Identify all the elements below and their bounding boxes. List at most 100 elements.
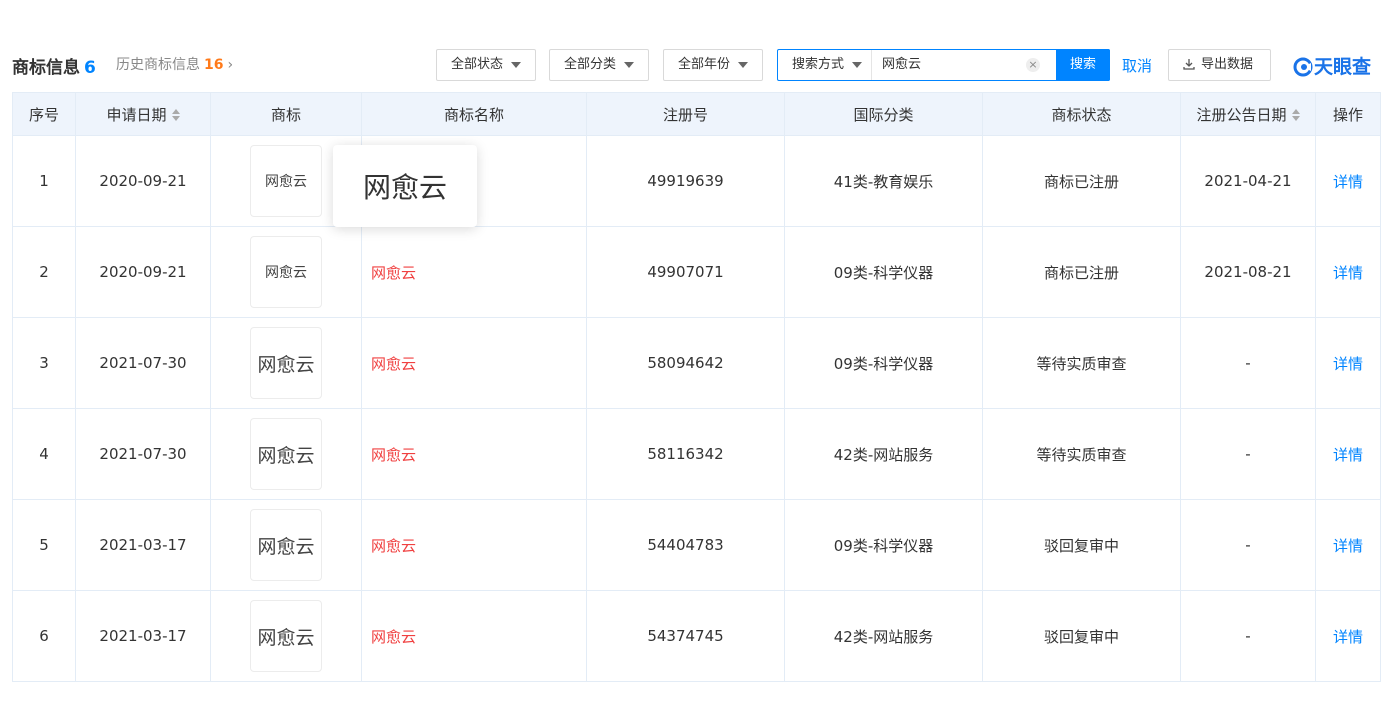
- cell-status: 商标已注册: [982, 135, 1181, 227]
- cell-reg-no: 49907071: [586, 226, 785, 318]
- trademark-image[interactable]: 网愈云: [250, 600, 322, 672]
- cancel-button[interactable]: 取消: [1122, 55, 1152, 76]
- history-trademark-link[interactable]: 历史商标信息 16 ›: [116, 54, 233, 74]
- cell-trademark-name[interactable]: 网愈云: [361, 499, 587, 591]
- export-button[interactable]: 导出数据: [1168, 49, 1271, 81]
- trademark-image[interactable]: 网愈云: [250, 509, 322, 581]
- trademark-image[interactable]: 网愈云: [250, 418, 322, 490]
- cell-trademark-name[interactable]: 网愈云: [361, 317, 587, 409]
- sort-icon[interactable]: [1291, 109, 1300, 121]
- caret-down-icon: [511, 61, 522, 68]
- trademark-image[interactable]: 网愈云: [250, 327, 322, 399]
- table-row: 5 2021-03-17 网愈云 网愈云 54404783 09类-科学仪器 驳…: [12, 499, 1381, 591]
- cell-reg-no: 54374745: [586, 590, 785, 682]
- header-pub-date-label: 注册公告日期: [1196, 105, 1287, 124]
- year-filter-dropdown[interactable]: 全部年份: [663, 49, 763, 81]
- cell-index: 6: [12, 590, 76, 682]
- search-mode-label: 搜索方式: [792, 57, 845, 72]
- cell-apply-date: 2020-09-21: [75, 226, 211, 318]
- cell-trademark-name[interactable]: 网愈云: [361, 590, 587, 682]
- cell-trademark-image: 网愈云: [210, 590, 362, 682]
- search-input[interactable]: 网愈云: [882, 50, 921, 80]
- logo-icon: [1293, 57, 1313, 77]
- detail-link[interactable]: 详情: [1315, 135, 1381, 227]
- status-filter-label: 全部状态: [451, 57, 504, 72]
- cell-pub-date: -: [1180, 317, 1316, 409]
- cell-index: 5: [12, 499, 76, 591]
- trademark-preview-popup: 网愈云: [333, 145, 477, 227]
- header-index: 序号: [12, 92, 76, 136]
- cell-apply-date: 2020-09-21: [75, 135, 211, 227]
- table-row: 4 2021-07-30 网愈云 网愈云 58116342 42类-网站服务 等…: [12, 408, 1381, 500]
- header-apply-date-label: 申请日期: [106, 105, 167, 124]
- search-button[interactable]: 搜索: [1056, 49, 1110, 81]
- cell-apply-date: 2021-07-30: [75, 317, 211, 409]
- cell-status: 商标已注册: [982, 226, 1181, 318]
- cell-pub-date: 2021-08-21: [1180, 226, 1316, 318]
- category-filter-dropdown[interactable]: 全部分类: [549, 49, 649, 81]
- detail-link[interactable]: 详情: [1315, 317, 1381, 409]
- cell-reg-no: 49919639: [586, 135, 785, 227]
- trademark-count: 6: [84, 58, 96, 78]
- cell-apply-date: 2021-07-30: [75, 408, 211, 500]
- cell-pub-date: 2021-04-21: [1180, 135, 1316, 227]
- cell-trademark-image: 网愈云: [210, 317, 362, 409]
- clear-icon[interactable]: ×: [1026, 58, 1040, 72]
- sort-icon[interactable]: [171, 109, 180, 121]
- cell-intl-class: 09类-科学仪器: [784, 226, 983, 318]
- table-row: 3 2021-07-30 网愈云 网愈云 58094642 09类-科学仪器 等…: [12, 317, 1381, 409]
- table-header-row: 序号 申请日期 商标 商标名称 注册号 国际分类 商标状态 注册公告日期 操作: [12, 92, 1381, 136]
- cell-reg-no: 58094642: [586, 317, 785, 409]
- cell-apply-date: 2021-03-17: [75, 590, 211, 682]
- cell-reg-no: 54404783: [586, 499, 785, 591]
- history-count: 16: [204, 57, 224, 73]
- cell-index: 1: [12, 135, 76, 227]
- cell-intl-class: 42类-网站服务: [784, 408, 983, 500]
- cell-trademark-name[interactable]: 网愈云: [361, 408, 587, 500]
- detail-link[interactable]: 详情: [1315, 408, 1381, 500]
- section-title: 商标信息 6: [12, 53, 96, 78]
- cell-trademark-image: 网愈云: [210, 499, 362, 591]
- cell-status: 驳回复审中: [982, 590, 1181, 682]
- download-icon: [1183, 59, 1195, 70]
- trademark-image[interactable]: 网愈云: [250, 145, 322, 217]
- cell-trademark-name[interactable]: 网愈云: [361, 226, 587, 318]
- cell-intl-class: 41类-教育娱乐: [784, 135, 983, 227]
- chevron-right-icon: ›: [227, 57, 234, 73]
- trademark-table: 序号 申请日期 商标 商标名称 注册号 国际分类 商标状态 注册公告日期 操作 …: [12, 92, 1381, 682]
- search-box: 搜索方式 网愈云 × 搜索: [777, 49, 1110, 81]
- cell-index: 4: [12, 408, 76, 500]
- table-row: 2 2020-09-21 网愈云 网愈云 49907071 09类-科学仪器 商…: [12, 226, 1381, 318]
- header-action: 操作: [1315, 92, 1381, 136]
- logo-text: 天眼查: [1314, 56, 1372, 78]
- cell-pub-date: -: [1180, 590, 1316, 682]
- cell-intl-class: 09类-科学仪器: [784, 499, 983, 591]
- header-apply-date[interactable]: 申请日期: [75, 92, 211, 136]
- search-mode-dropdown[interactable]: 搜索方式: [778, 50, 872, 80]
- detail-link[interactable]: 详情: [1315, 226, 1381, 318]
- section-title-label: 商标信息: [12, 58, 80, 78]
- header-intl-class: 国际分类: [784, 92, 983, 136]
- header-trademark: 商标: [210, 92, 362, 136]
- detail-link[interactable]: 详情: [1315, 499, 1381, 591]
- caret-down-icon: [738, 61, 749, 68]
- trademark-image[interactable]: 网愈云: [250, 236, 322, 308]
- toolbar: 商标信息 6 历史商标信息 16 › 全部状态 全部分类 全部年份 搜索方式 网愈云 …: [12, 48, 1382, 82]
- history-label: 历史商标信息: [116, 57, 200, 73]
- header-reg-no: 注册号: [586, 92, 785, 136]
- cell-intl-class: 09类-科学仪器: [784, 317, 983, 409]
- cell-status: 等待实质审查: [982, 317, 1181, 409]
- cell-trademark-image: 网愈云: [210, 408, 362, 500]
- cell-reg-no: 58116342: [586, 408, 785, 500]
- cell-index: 3: [12, 317, 76, 409]
- cell-pub-date: -: [1180, 499, 1316, 591]
- status-filter-dropdown[interactable]: 全部状态: [436, 49, 536, 81]
- year-filter-label: 全部年份: [678, 57, 731, 72]
- cell-apply-date: 2021-03-17: [75, 499, 211, 591]
- caret-down-icon: [624, 61, 635, 68]
- table-row: 6 2021-03-17 网愈云 网愈云 54374745 42类-网站服务 驳…: [12, 590, 1381, 682]
- detail-link[interactable]: 详情: [1315, 590, 1381, 682]
- header-status: 商标状态: [982, 92, 1181, 136]
- cell-trademark-image: 网愈云: [210, 226, 362, 318]
- header-pub-date[interactable]: 注册公告日期: [1180, 92, 1316, 136]
